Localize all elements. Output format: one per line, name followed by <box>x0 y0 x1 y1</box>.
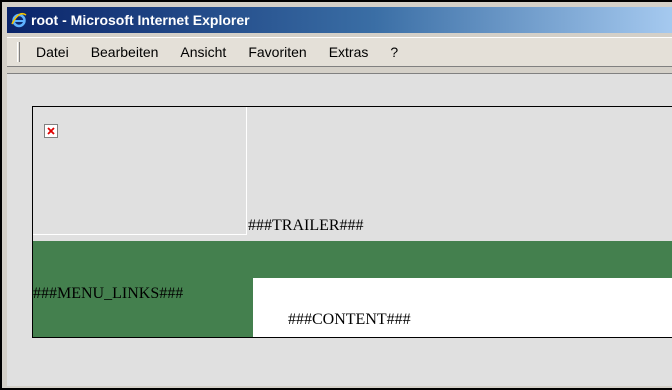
menu-links-placeholder: ###MENU_LINKS### <box>33 285 184 302</box>
trailer-placeholder: ###TRAILER### <box>248 217 364 234</box>
title-bar[interactable]: root - Microsoft Internet Explorer <box>7 7 672 33</box>
toolbar-grip[interactable] <box>17 42 20 62</box>
menu-extras[interactable]: Extras <box>329 44 369 60</box>
page-viewport: ###TRAILER### ###MENU_LINKS### ###CONTEN… <box>7 74 672 386</box>
window-title: root - Microsoft Internet Explorer <box>31 12 250 28</box>
menu-datei[interactable]: Datei <box>36 44 69 60</box>
header-row: ###TRAILER### <box>33 107 672 241</box>
menu-help[interactable]: ? <box>390 44 398 60</box>
menu-bearbeiten[interactable]: Bearbeiten <box>91 44 159 60</box>
broken-image-icon <box>44 124 58 138</box>
layout-table: ###TRAILER### ###MENU_LINKS### ###CONTEN… <box>32 106 672 338</box>
menu-favoriten[interactable]: Favoriten <box>248 44 306 60</box>
logo-cell <box>33 107 247 235</box>
green-nav-bar <box>33 241 672 278</box>
menu-ansicht[interactable]: Ansicht <box>180 44 226 60</box>
ie-icon <box>11 12 27 28</box>
browser-window: root - Microsoft Internet Explorer Datei… <box>0 0 672 390</box>
content-cell: ###CONTENT### <box>253 278 672 337</box>
menu-bar: Datei Bearbeiten Ansicht Favoriten Extra… <box>7 37 672 67</box>
menu-links-cell: ###MENU_LINKS### <box>33 278 253 337</box>
content-placeholder: ###CONTENT### <box>288 311 411 328</box>
